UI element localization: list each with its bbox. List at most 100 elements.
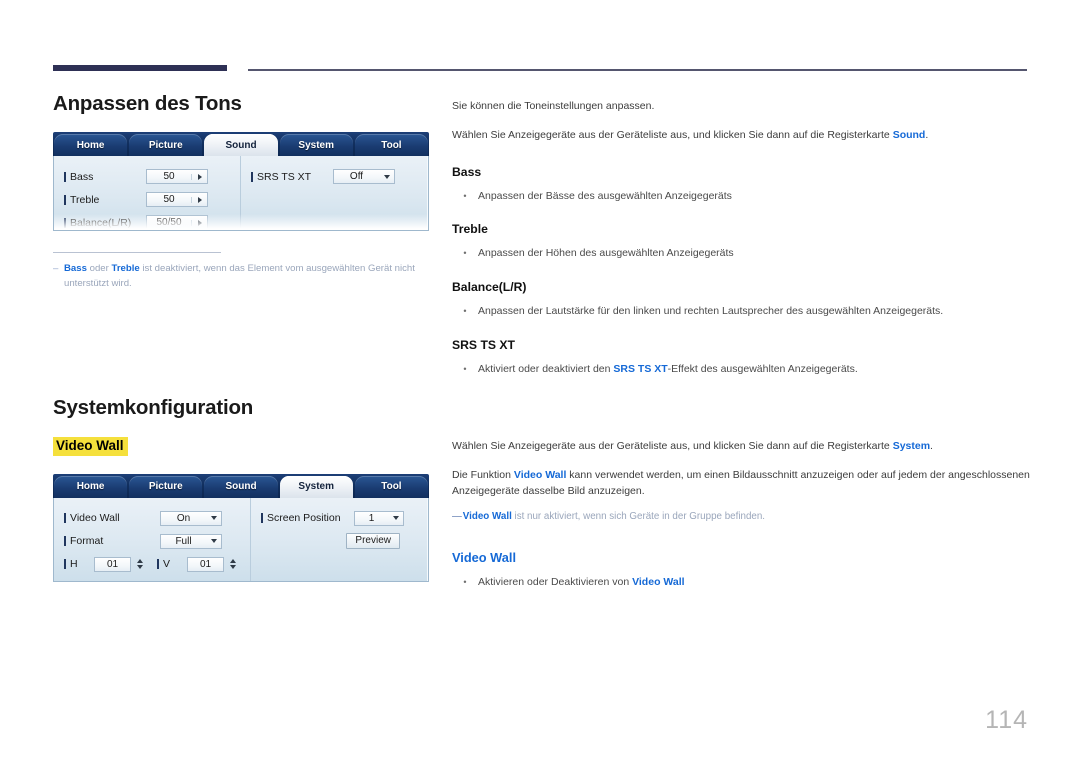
system-intro-1-pre: Wählen Sie Anzeigegeräte aus der Gerätel… xyxy=(452,439,893,452)
bullet-tick-icon xyxy=(64,536,66,547)
system-panel-tabbar: Home Picture Sound System Tool xyxy=(53,473,429,498)
chevron-down-icon[interactable] xyxy=(388,516,403,521)
tab-picture[interactable]: Picture xyxy=(129,134,203,156)
system-intro-1: Wählen Sie Anzeigegeräte aus der Gerätel… xyxy=(452,438,1032,454)
tab-system[interactable]: System xyxy=(279,134,353,156)
row-preview: Preview xyxy=(261,530,418,553)
system-panel-body: Video Wall On Format Full H 01 V 01 Scre… xyxy=(53,497,429,582)
tab-tool[interactable]: Tool xyxy=(354,134,429,156)
header-rule-thin xyxy=(248,69,1027,71)
tab-home[interactable]: Home xyxy=(54,475,128,498)
video-wall-dropdown[interactable]: On xyxy=(160,510,222,526)
chevron-down-icon[interactable] xyxy=(206,539,221,544)
footnote-mid: oder xyxy=(86,263,112,274)
format-dropdown[interactable]: Full xyxy=(160,533,222,549)
sound-settings-panel: Home Picture Sound System Tool Bass 50 T… xyxy=(53,132,429,231)
format-label: Format xyxy=(64,535,160,547)
h-value: 01 xyxy=(106,558,119,570)
tab-sound[interactable]: Sound xyxy=(204,134,278,156)
bullet-bass: • Anpassen der Bässe des ausgewählten An… xyxy=(452,189,1032,205)
balance-stepper[interactable]: 50/50 xyxy=(146,215,208,230)
row-format: Format Full xyxy=(64,530,240,553)
bullet-dot-icon: • xyxy=(463,306,467,317)
bullet-dot-icon: • xyxy=(463,363,467,374)
link-video-wall-2[interactable]: Video Wall xyxy=(463,511,512,522)
system-note: — Video Wall ist nur aktiviert, wenn sich… xyxy=(452,510,1032,525)
sound-left-group: Bass 50 Treble 50 Balance(L/R) 50/50 xyxy=(54,156,240,230)
balance-value: 50/50 xyxy=(156,217,182,228)
h-value-field[interactable]: 01 xyxy=(94,556,131,572)
sound-panel-tabbar: Home Picture Sound System Tool xyxy=(53,132,429,156)
sound-footnote-block: – Bass oder Treble ist deaktiviert, wenn… xyxy=(53,252,433,292)
chevron-right-icon[interactable] xyxy=(191,196,207,203)
left-column: Anpassen des Tons Home Picture Sound Sys… xyxy=(53,92,433,582)
bullet-srs: • Aktiviert oder deaktiviert den SRS TS … xyxy=(452,362,1032,378)
tab-tool[interactable]: Tool xyxy=(354,475,429,498)
srs-ts-xt-dropdown[interactable]: Off xyxy=(333,169,395,184)
v-value-field[interactable]: 01 xyxy=(187,556,224,572)
system-settings-panel: Home Picture Sound System Tool Video Wal… xyxy=(53,473,429,582)
bullet-balance-text: Anpassen der Lautstärke für den linken u… xyxy=(478,305,944,318)
link-srs-ts-xt[interactable]: SRS TS XT xyxy=(613,363,667,375)
link-video-wall-1[interactable]: Video Wall xyxy=(514,469,567,481)
link-sound-tab[interactable]: Sound xyxy=(893,129,926,141)
preview-button[interactable]: Preview xyxy=(346,533,400,550)
row-balance: Balance(L/R) 50/50 xyxy=(64,211,230,234)
footnote-term-treble: Treble xyxy=(111,263,140,274)
v-spinner-icon[interactable] xyxy=(227,559,238,570)
bullet-bass-text: Anpassen der Bässe des ausgewählten Anze… xyxy=(478,189,732,202)
srs-ts-xt-value: Off xyxy=(349,171,364,182)
format-value: Full xyxy=(175,535,192,547)
bullet-srs-pre: Aktiviert oder deaktiviert den xyxy=(478,362,614,375)
link-system-tab[interactable]: System xyxy=(893,440,930,452)
tab-picture[interactable]: Picture xyxy=(129,475,203,498)
chevron-right-icon[interactable] xyxy=(191,173,207,180)
footnote-dash: – xyxy=(53,263,59,274)
tab-sound[interactable]: Sound xyxy=(204,475,278,498)
bullet-tick-icon xyxy=(64,217,66,228)
row-screen-position: Screen Position 1 xyxy=(261,507,418,530)
header-rule-thick xyxy=(53,65,227,71)
chevron-down-icon[interactable] xyxy=(206,516,221,521)
video-wall-highlight-label: Video Wall xyxy=(53,436,128,456)
row-video-wall: Video Wall On xyxy=(64,507,240,530)
bullet-tick-icon xyxy=(64,559,66,570)
right-column: Sie können die Toneinstellungen anpassen… xyxy=(452,98,1032,591)
chevron-down-icon[interactable] xyxy=(379,174,394,179)
subheading-srs-ts-xt: SRS TS XT xyxy=(452,337,515,352)
system-right-group: Screen Position 1 Preview xyxy=(250,497,428,581)
footnote-separator xyxy=(53,252,221,253)
video-wall-value: On xyxy=(176,512,191,524)
system-intro-2-pre: Die Funktion xyxy=(452,468,514,481)
footnote-term-bass: Bass xyxy=(64,263,87,274)
bullet-tick-icon xyxy=(261,513,263,524)
bullet-video-wall: • Aktivieren oder Deaktivieren von Video… xyxy=(452,575,1032,591)
treble-stepper[interactable]: 50 xyxy=(146,192,208,207)
row-hv: H 01 V 01 xyxy=(64,553,240,576)
page-number: 114 xyxy=(985,706,1028,734)
sound-intro-2-post: . xyxy=(925,129,929,142)
bullet-treble-text: Anpassen der Höhen des ausgewählten Anze… xyxy=(478,247,734,260)
link-video-wall-3[interactable]: Video Wall xyxy=(632,576,685,588)
bass-value: 50 xyxy=(163,171,175,182)
tab-system[interactable]: System xyxy=(279,475,353,498)
tab-home[interactable]: Home xyxy=(54,134,128,156)
bullet-balance: • Anpassen der Lautstärke für den linken… xyxy=(452,304,1032,320)
h-label: H xyxy=(64,558,94,570)
bullet-treble: • Anpassen der Höhen des ausgewählten An… xyxy=(452,246,1032,262)
bass-stepper[interactable]: 50 xyxy=(146,169,208,184)
h-spinner-icon[interactable] xyxy=(134,559,145,570)
bullet-srs-post: -Effekt des ausgewählten Anzeigegeräts. xyxy=(667,362,858,375)
bullet-tick-icon xyxy=(64,171,66,182)
subheading-balance: Balance(L/R) xyxy=(452,280,527,295)
screen-position-dropdown[interactable]: 1 xyxy=(354,510,404,526)
system-intro-2: Die Funktion Video Wall kann verwendet w… xyxy=(452,467,1032,500)
v-label: V xyxy=(157,558,187,570)
sound-intro-1: Sie können die Toneinstellungen anpassen… xyxy=(452,100,655,112)
page-title-system: Systemkonfiguration xyxy=(53,395,254,419)
chevron-right-icon[interactable] xyxy=(191,219,207,226)
v-value: 01 xyxy=(199,558,212,570)
subheading-bass: Bass xyxy=(452,164,482,179)
row-srs-ts-xt: SRS TS XT Off xyxy=(251,165,418,188)
sound-panel-body: Bass 50 Treble 50 Balance(L/R) 50/50 SRS… xyxy=(53,156,429,231)
